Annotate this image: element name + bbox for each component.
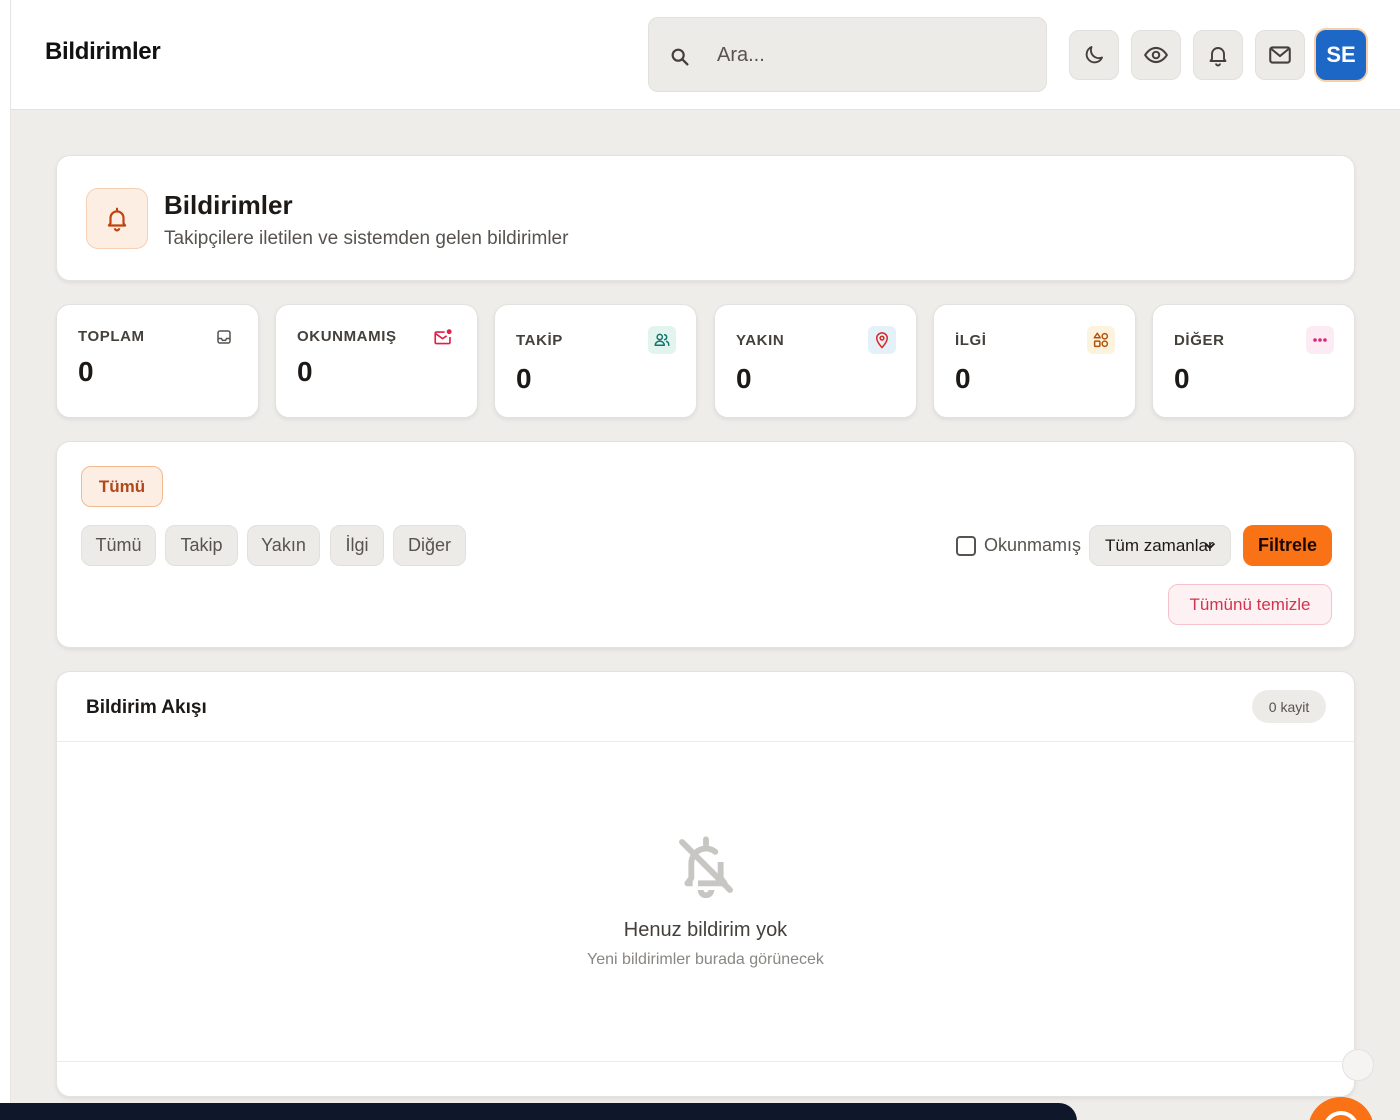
filter-chip-interest[interactable]: İlgi (330, 525, 384, 566)
user-avatar[interactable]: SE (1314, 28, 1368, 82)
stat-card-follow: TAKİP 0 (494, 304, 697, 418)
more-icon (1306, 326, 1334, 354)
feed-title: Bildirim Akışı (86, 697, 207, 718)
clear-all-button[interactable]: Tümünü temizle (1168, 584, 1332, 625)
stat-card-unread: OKUNMAMIŞ 0 (275, 304, 478, 418)
search-input[interactable] (717, 36, 1017, 74)
stat-label: OKUNMAMIŞ (297, 328, 397, 345)
filter-chip-nearby[interactable]: Yakın (247, 525, 320, 566)
bell-off-icon (679, 836, 733, 898)
filter-panel: Tümü Tümü Takip Yakın İlgi Diğer Okunmam… (56, 441, 1355, 648)
left-rail (0, 0, 11, 1120)
search-icon (671, 48, 689, 66)
users-icon (648, 326, 676, 354)
bottom-dock-bar (0, 1103, 1077, 1120)
theme-toggle-button[interactable] (1069, 30, 1119, 80)
stat-card-total: TOPLAM 0 (56, 304, 259, 418)
page-header-card: Bildirimler Takipçilere iletilen ve sist… (56, 155, 1355, 281)
stat-label: TOPLAM (78, 328, 145, 345)
record-count-badge: 0 kayit (1252, 690, 1326, 723)
filter-chip-all[interactable]: Tümü (81, 525, 156, 566)
interests-icon (1087, 326, 1115, 354)
unread-checkbox-label: Okunmamış (984, 535, 1082, 555)
notifications-button[interactable] (1193, 30, 1243, 80)
inbox-icon (210, 323, 238, 351)
filter-chip-follow[interactable]: Takip (165, 525, 238, 566)
page-title: Bildirimler (164, 190, 293, 220)
unread-checkbox[interactable] (956, 536, 976, 556)
search-box[interactable] (648, 17, 1047, 92)
page-subtitle: Takipçilere iletilen ve sistemden gelen … (164, 228, 569, 249)
stat-value: 0 (1174, 363, 1190, 394)
eye-icon (1143, 46, 1169, 64)
mail-icon (1269, 46, 1291, 64)
stat-value: 0 (78, 356, 94, 387)
notification-feed: Bildirim Akışı 0 kayit Henuz bildirim yo… (56, 671, 1355, 1097)
messages-button[interactable] (1255, 30, 1305, 80)
page-header-icon-badge (86, 188, 148, 249)
stat-value: 0 (516, 363, 532, 394)
stat-card-interest: İLGİ 0 (933, 304, 1136, 418)
stat-label: İLGİ (955, 332, 987, 349)
visibility-button[interactable] (1131, 30, 1181, 80)
stat-label: DİĞER (1174, 332, 1225, 349)
active-filter-chip[interactable]: Tümü (81, 466, 163, 507)
filter-button[interactable]: Filtrele (1243, 525, 1332, 566)
chevron-down-icon (1204, 542, 1216, 550)
bell-icon (1209, 47, 1227, 67)
empty-state-subtitle: Yeni bildirimler burada görünecek (587, 951, 824, 968)
time-range-select[interactable]: Tüm zamanlar (1089, 525, 1231, 566)
feed-header: Bildirim Akışı 0 kayit (57, 672, 1354, 742)
feed-footer-divider (57, 1061, 1354, 1062)
stat-value: 0 (736, 363, 752, 394)
stat-card-nearby: YAKIN 0 (714, 304, 917, 418)
stat-value: 0 (955, 363, 971, 394)
stat-value: 0 (297, 356, 313, 387)
stat-card-other: DİĞER 0 (1152, 304, 1355, 418)
topbar-title: Bildirimler (45, 38, 161, 65)
bell-icon (107, 207, 127, 231)
empty-state-title: Henuz bildirim yok (623, 919, 788, 941)
moon-icon (1085, 46, 1103, 64)
scroll-top-button[interactable] (1342, 1049, 1374, 1081)
topbar: Bildirimler SE (11, 0, 1400, 110)
support-icon (1323, 1111, 1359, 1120)
stat-label: TAKİP (516, 332, 563, 349)
mail-unread-icon (429, 323, 457, 351)
filter-chip-other[interactable]: Diğer (393, 525, 466, 566)
time-range-value: Tüm zamanlar (1105, 536, 1214, 555)
stat-label: YAKIN (736, 332, 785, 349)
support-fab-button[interactable] (1308, 1097, 1374, 1120)
map-pin-icon (868, 326, 896, 354)
